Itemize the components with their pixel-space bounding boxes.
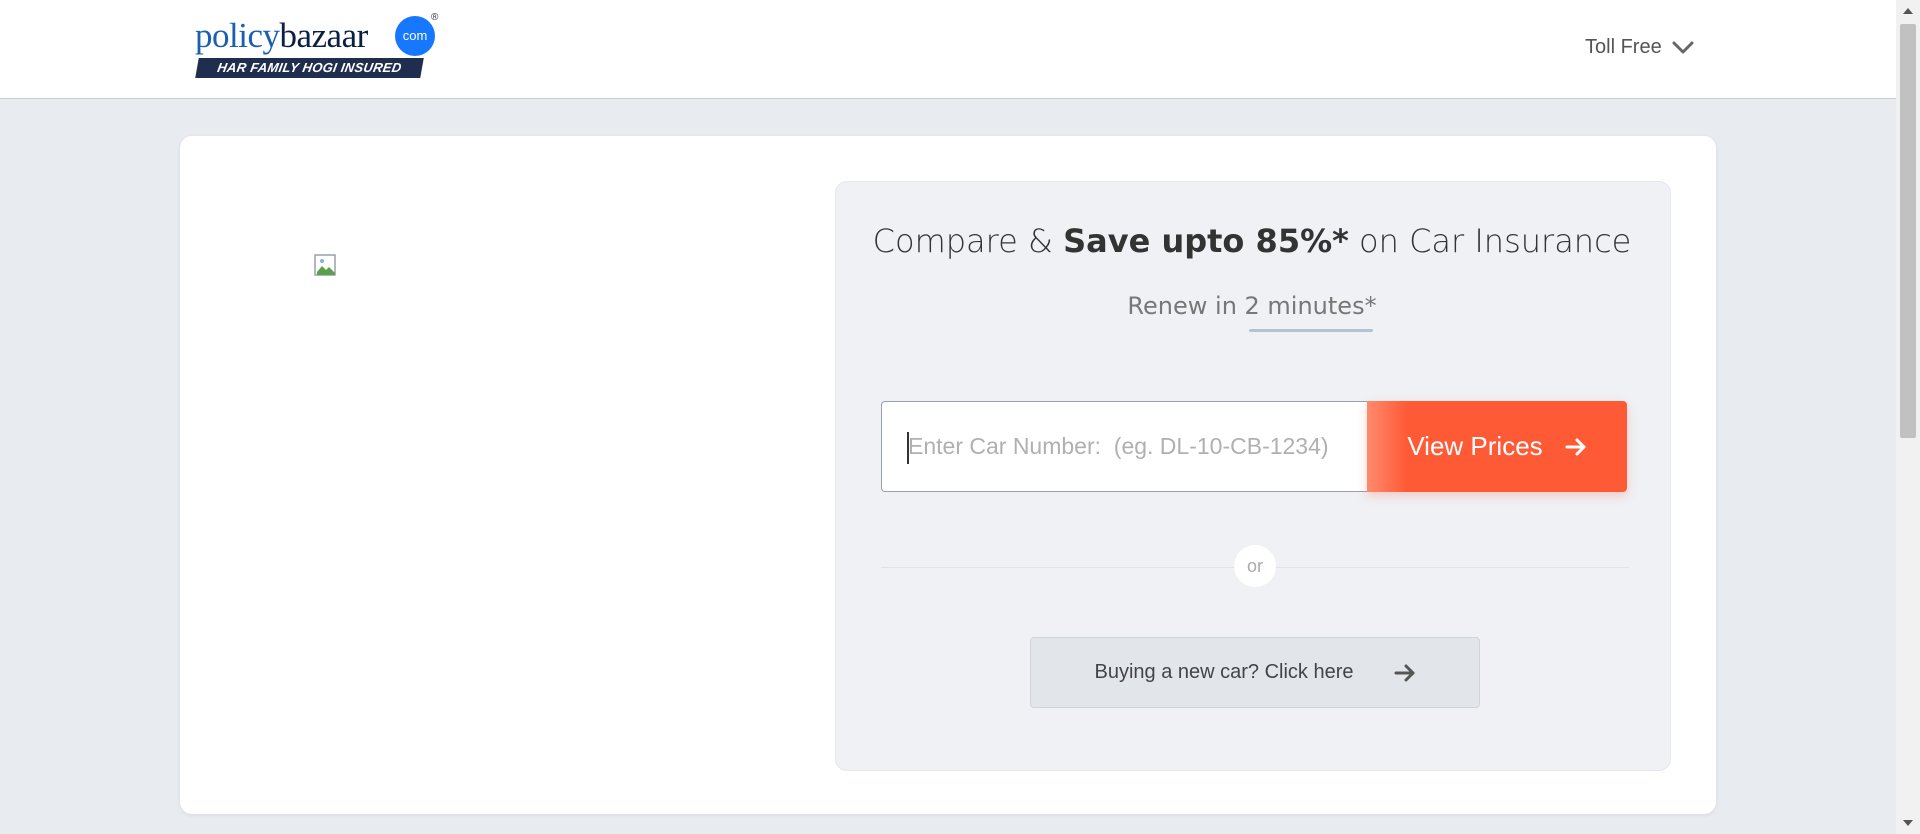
arrow-right-icon — [1565, 438, 1586, 455]
logo-word-policy: policy — [195, 16, 280, 55]
arrow-right-icon — [1394, 664, 1414, 681]
car-number-input[interactable] — [881, 401, 1367, 492]
toll-free-dropdown[interactable]: Toll Free — [1585, 36, 1694, 59]
scrollbar-thumb[interactable] — [1900, 24, 1916, 438]
view-prices-button[interactable]: View Prices — [1367, 401, 1627, 492]
new-car-label: Buying a new car? Click here — [1094, 661, 1354, 683]
toll-free-label: Toll Free — [1585, 36, 1662, 58]
headline-highlight: Save upto 85%* — [1063, 222, 1349, 260]
logo-dot-badge: com — [395, 16, 435, 56]
policybazaar-logo[interactable]: policybazaar com ® HAR FAMILY HOGI INSUR… — [195, 12, 440, 82]
logo-word-bazaar: bazaar — [279, 16, 368, 55]
view-prices-label: View Prices — [1407, 431, 1543, 461]
scroll-up-arrow-icon[interactable] — [1902, 6, 1914, 16]
logo-wordmark: policybazaar — [195, 16, 368, 56]
headline-prefix: Compare & — [872, 222, 1064, 260]
broken-image-icon — [314, 254, 336, 276]
subtitle: Renew in 2 minutes* — [1127, 292, 1377, 320]
logo-tagline: HAR FAMILY HOGI INSURED — [195, 58, 424, 78]
logo-registered-mark: ® — [431, 12, 439, 23]
site-header: policybazaar com ® HAR FAMILY HOGI INSUR… — [0, 0, 1896, 99]
new-car-button[interactable]: Buying a new car? Click here — [1030, 637, 1480, 708]
text-caret — [907, 432, 909, 464]
vertical-scrollbar[interactable] — [1896, 0, 1920, 834]
chevron-down-icon — [1672, 41, 1694, 53]
scroll-down-arrow-icon[interactable] — [1902, 818, 1914, 828]
subtitle-underline — [1249, 329, 1373, 332]
page-title: Compare & Save upto 85%* on Car Insuranc… — [835, 222, 1669, 260]
or-label: or — [1234, 545, 1276, 587]
headline-suffix: on Car Insurance — [1348, 222, 1632, 260]
